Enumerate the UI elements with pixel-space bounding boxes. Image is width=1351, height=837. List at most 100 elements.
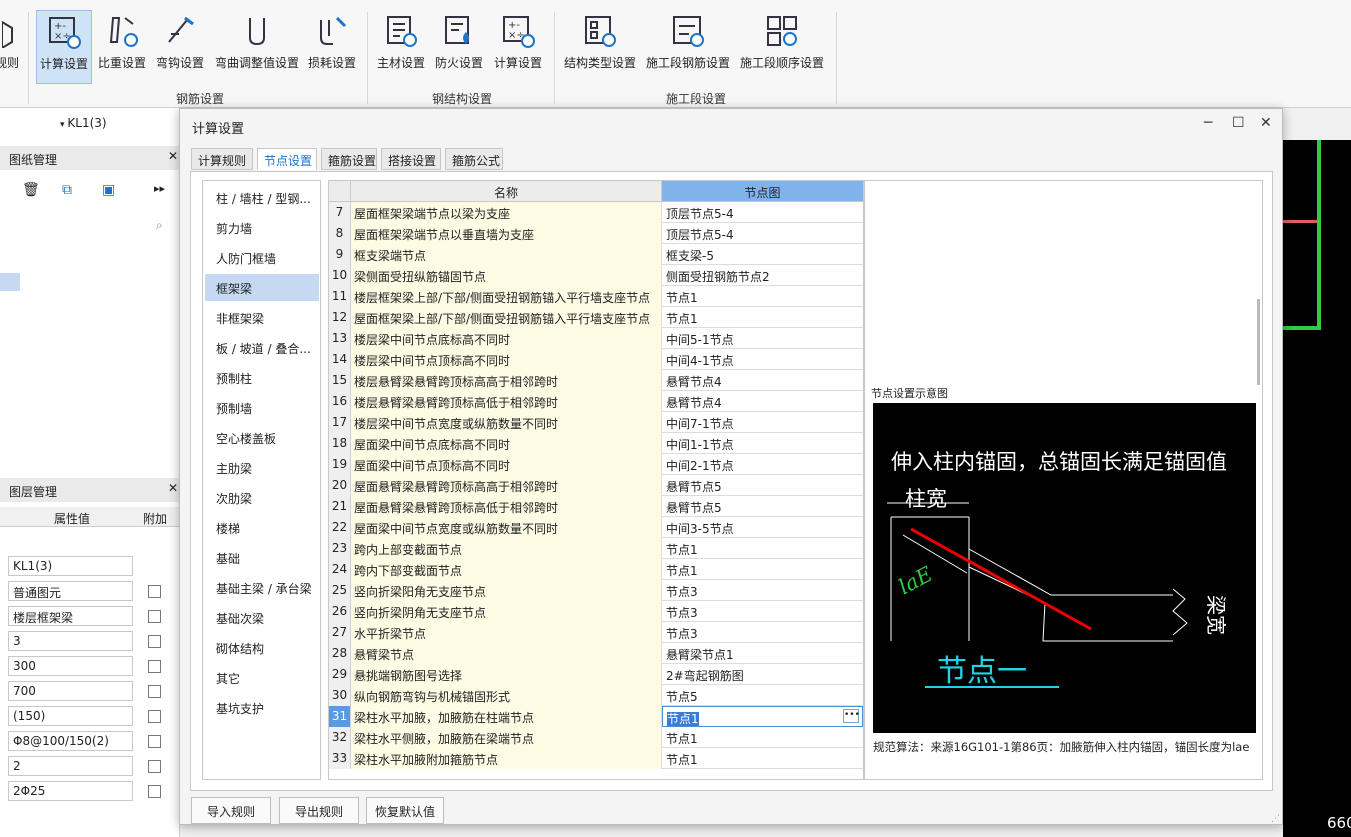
table-row[interactable]: 23 跨内上部变截面节点 节点1 <box>329 538 863 559</box>
node-value[interactable]: 顶层节点5-4 <box>662 202 863 223</box>
property-value[interactable]: (150) <box>8 706 133 726</box>
close-icon[interactable]: ✕ <box>1260 115 1272 131</box>
table-row[interactable]: 8 屋面框架梁端节点以垂直墙为支座 顶层节点5-4 <box>329 223 863 244</box>
main-material-button[interactable]: 主材设置 <box>374 10 428 80</box>
category-item[interactable]: 基础主梁 / 承台梁 <box>205 574 319 601</box>
property-value[interactable]: 楼层框架梁 <box>8 606 133 626</box>
property-value[interactable]: 300 <box>8 656 133 676</box>
node-value[interactable]: 中间2-1节点 <box>662 454 863 475</box>
minimize-icon[interactable]: ─ <box>1204 115 1212 131</box>
category-item[interactable]: 柱 / 墙柱 / 型钢... <box>205 184 319 211</box>
copy-icon[interactable]: ⧉ <box>62 182 72 198</box>
tab-node-settings[interactable]: 节点设置 <box>257 148 317 170</box>
category-item[interactable]: 非框架梁 <box>205 304 319 331</box>
save-icon[interactable]: ▣ <box>102 182 115 198</box>
table-row[interactable]: 20 屋面悬臂梁悬臂跨顶标高高于相邻跨时 悬臂节点5 <box>329 475 863 496</box>
more-icon[interactable]: ▸▸ <box>154 182 165 195</box>
category-item[interactable]: 次肋梁 <box>205 484 319 511</box>
export-rules-button[interactable]: 导出规则 <box>279 797 359 824</box>
node-value[interactable]: 侧面受扭钢筋节点2 <box>662 265 863 286</box>
node-value[interactable]: 节点1 <box>662 286 863 307</box>
preview-scrollbar[interactable] <box>1257 299 1260 385</box>
node-value[interactable]: 节点1 <box>662 559 863 580</box>
calc-settings-button[interactable]: +- ×÷ 计算设置 <box>36 10 92 84</box>
extra-checkbox[interactable] <box>148 685 161 698</box>
node-value[interactable]: 节点3 <box>662 622 863 643</box>
table-row[interactable]: 10 梁侧面受扭纵筋锚固节点 侧面受扭钢筋节点2 <box>329 265 863 286</box>
category-item[interactable]: 剪力墙 <box>205 214 319 241</box>
category-item[interactable]: 空心楼盖板 <box>205 424 319 451</box>
node-value[interactable]: 节点1 <box>662 538 863 559</box>
table-row[interactable]: 7 屋面框架梁端节点以梁为支座 顶层节点5-4 <box>329 202 863 223</box>
node-value-editor[interactable]: 节点1 ••• <box>662 706 863 727</box>
node-value[interactable]: 节点1 <box>662 727 863 748</box>
resize-grip-icon[interactable]: ⋰ <box>1271 814 1280 824</box>
tab-lap-settings[interactable]: 搭接设置 <box>381 148 441 170</box>
stage-rebar-button[interactable]: 施工段钢筋设置 <box>644 10 732 80</box>
node-value[interactable]: 顶层节点5-4 <box>662 223 863 244</box>
node-value[interactable]: 2#弯起钢筋图 <box>662 664 863 685</box>
close-icon[interactable]: ✕ <box>168 481 178 495</box>
delete-icon[interactable]: 🗑 <box>22 182 40 198</box>
property-value[interactable]: 3 <box>8 631 133 651</box>
category-item[interactable]: 板 / 坡道 / 叠合... <box>205 334 319 361</box>
category-item[interactable]: 其它 <box>205 664 319 691</box>
node-value[interactable]: 节点3 <box>662 601 863 622</box>
extra-checkbox[interactable] <box>148 735 161 748</box>
node-value[interactable]: 悬臂梁节点1 <box>662 643 863 664</box>
table-row[interactable]: 25 竖向折梁阳角无支座节点 节点3 <box>329 580 863 601</box>
node-value[interactable]: 节点1 <box>662 748 863 769</box>
node-value[interactable]: 节点5 <box>662 685 863 706</box>
table-row[interactable]: 33 梁柱水平加腋附加箍筋节点 节点1 <box>329 748 863 769</box>
rules-button-cut[interactable]: 规则 <box>0 10 20 80</box>
node-value[interactable]: 中间7-1节点 <box>662 412 863 433</box>
ellipsis-button[interactable]: ••• <box>843 709 860 723</box>
tab-stirrup-settings[interactable]: 箍筋设置 <box>321 148 377 170</box>
drawing-canvas[interactable]: 660 <box>1283 140 1351 837</box>
node-value[interactable]: 中间5-1节点 <box>662 328 863 349</box>
category-item[interactable]: 砌体结构 <box>205 634 319 661</box>
property-value[interactable]: KL1(3) <box>8 556 133 576</box>
table-row[interactable]: 9 框支梁端节点 框支梁-5 <box>329 244 863 265</box>
extra-checkbox[interactable] <box>148 610 161 623</box>
loss-settings-button[interactable]: 损耗设置 <box>306 10 358 80</box>
import-rules-button[interactable]: 导入规则 <box>191 797 271 824</box>
category-item[interactable]: 基础次梁 <box>205 604 319 631</box>
table-row[interactable]: 12 屋面框架梁上部/下部/侧面受扭钢筋锚入平行墙支座节点 节点1 <box>329 307 863 328</box>
table-row[interactable]: 26 竖向折梁阴角无支座节点 节点3 <box>329 601 863 622</box>
node-value[interactable]: 框支梁-5 <box>662 244 863 265</box>
table-row[interactable]: 32 梁柱水平侧腋，加腋筋在梁端节点 节点1 <box>329 727 863 748</box>
steel-calc-button[interactable]: +- ×÷ 计算设置 <box>490 10 546 80</box>
node-value[interactable]: 中间3-5节点 <box>662 517 863 538</box>
table-row[interactable]: 30 纵向钢筋弯钩与机械锚固形式 节点5 <box>329 685 863 706</box>
node-value[interactable]: 中间4-1节点 <box>662 349 863 370</box>
table-row[interactable]: 24 跨内下部变截面节点 节点1 <box>329 559 863 580</box>
table-row[interactable]: 21 屋面悬臂梁悬臂跨顶标高低于相邻跨时 悬臂节点5 <box>329 496 863 517</box>
tab-stirrup-formula[interactable]: 箍筋公式 <box>445 148 503 170</box>
category-item[interactable]: 人防门框墙 <box>205 244 319 271</box>
extra-checkbox[interactable] <box>148 710 161 723</box>
table-row[interactable]: 14 楼层梁中间节点顶标高不同时 中间4-1节点 <box>329 349 863 370</box>
search-icon[interactable]: ⌕ <box>156 218 163 233</box>
category-item[interactable]: 主肋梁 <box>205 454 319 481</box>
bend-adjust-button[interactable]: 弯曲调整值设置 <box>212 10 302 80</box>
category-item[interactable]: 基坑支护 <box>205 694 319 721</box>
table-row[interactable]: 29 悬挑端钢筋图号选择 2#弯起钢筋图 <box>329 664 863 685</box>
tab-calc-rules[interactable]: 计算规则 <box>191 148 253 170</box>
table-row[interactable]: 13 楼层梁中间节点底标高不同时 中间5-1节点 <box>329 328 863 349</box>
category-item[interactable]: 基础 <box>205 544 319 571</box>
category-item[interactable]: 预制柱 <box>205 364 319 391</box>
extra-checkbox[interactable] <box>148 760 161 773</box>
property-value[interactable]: 普通图元 <box>8 581 133 601</box>
extra-checkbox[interactable] <box>148 660 161 673</box>
category-item[interactable]: 楼梯 <box>205 514 319 541</box>
component-combo[interactable]: ▾ KL1(3) <box>60 116 156 136</box>
table-row[interactable]: 17 楼层梁中间节点宽度或纵筋数量不同时 中间7-1节点 <box>329 412 863 433</box>
node-value[interactable]: 悬臂节点4 <box>662 370 863 391</box>
table-row[interactable]: 18 屋面梁中间节点底标高不同时 中间1-1节点 <box>329 433 863 454</box>
node-value[interactable]: 节点1 <box>662 307 863 328</box>
property-value[interactable]: 2Φ25 <box>8 781 133 801</box>
restore-defaults-button[interactable]: 恢复默认值 <box>366 797 444 824</box>
close-icon[interactable]: ✕ <box>168 149 178 163</box>
maximize-icon[interactable]: ☐ <box>1232 115 1245 131</box>
